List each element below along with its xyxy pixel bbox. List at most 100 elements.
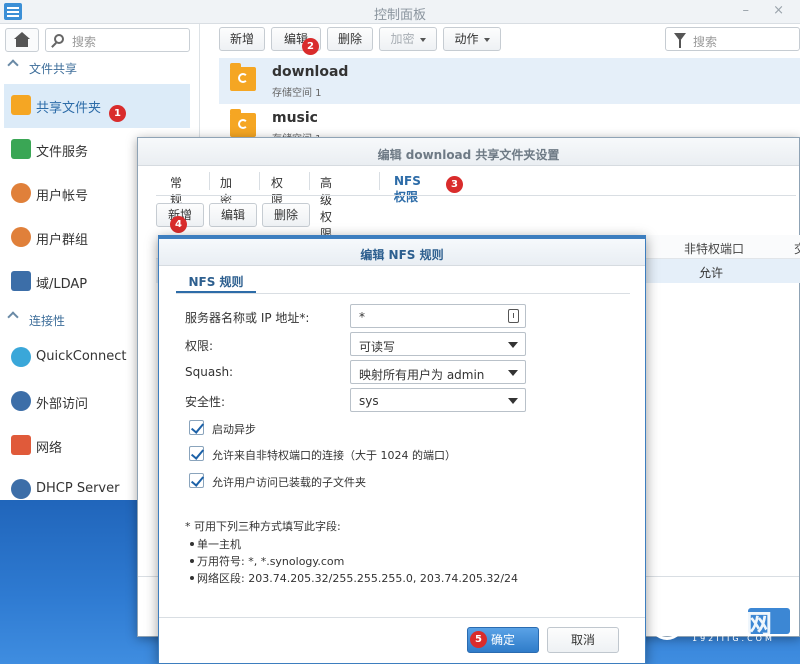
ok-label: 确定 (490, 633, 515, 647)
host-format-item: 单一主机 (190, 538, 241, 551)
privilege-field-row: 权限: 可读写 (185, 332, 625, 356)
checkbox-checked-icon (189, 473, 204, 488)
checkbox-label: 允许来自非特权端口的连接（大于 1024 的端口） (212, 449, 456, 462)
user-icon (11, 183, 31, 203)
domain-icon (11, 271, 31, 291)
chevron-up-icon (7, 311, 19, 323)
filter-icon (674, 33, 686, 48)
subfolder-access-checkbox[interactable]: 允许用户访问已装载的子文件夹 (189, 472, 629, 492)
step-badge-5: 5 (470, 631, 487, 648)
cancel-button[interactable]: 取消 (547, 627, 619, 653)
tab-divider (156, 195, 796, 196)
password-key-icon (508, 309, 519, 323)
async-checkbox[interactable]: 启动异步 (189, 419, 629, 439)
action-label: 动作 (454, 32, 479, 46)
action-dropdown[interactable]: 动作 (443, 27, 501, 51)
dhcp-icon (11, 479, 31, 499)
chevron-down-icon (419, 37, 426, 42)
sidebar-item-label: 文件服务 (36, 145, 89, 160)
nfs-edit-button[interactable]: 编辑 (209, 203, 257, 227)
squash-select[interactable]: 映射所有用户为 admin (350, 360, 526, 384)
host-format-item: 网络区段: 203.74.205.32/255.255.255.0, 203.7… (189, 572, 519, 585)
create-button[interactable]: 新增 (219, 27, 265, 51)
share-name: music (272, 110, 318, 126)
filter-search-input[interactable]: 搜索 (665, 27, 800, 51)
step-badge-2: 2 (302, 38, 319, 55)
checkbox-checked-icon (189, 420, 204, 435)
host-value: * (359, 310, 365, 324)
chevron-down-icon (508, 398, 518, 404)
shared-folder-icon (11, 95, 31, 115)
sidebar-item-label: 外部访问 (36, 397, 89, 412)
group-icon (11, 227, 31, 247)
host-input[interactable]: * (350, 304, 526, 328)
network-icon (11, 435, 31, 455)
sidebar-search-placeholder: 搜索 (72, 35, 97, 49)
column-more[interactable]: 交 (794, 240, 800, 257)
squash-value: 映射所有用户为 admin (359, 368, 485, 382)
home-button[interactable] (5, 28, 39, 52)
filter-placeholder: 搜索 (693, 35, 718, 49)
cell-unprivileged-port: 允许 (699, 266, 724, 280)
edit-share-titlebar: 编辑 download 共享文件夹设置 (138, 138, 799, 166)
tab-separator (309, 172, 310, 190)
checkbox-checked-icon (189, 446, 204, 461)
section-label: 文件共享 (29, 62, 78, 76)
encrypt-dropdown[interactable]: 加密 (379, 27, 437, 51)
tab-divider (176, 293, 630, 294)
host-format-item: 万用符号: *, *.synology.com (189, 555, 345, 568)
sidebar-item-label: 共享文件夹 (36, 101, 102, 116)
host-label: 服务器名称或 IP 地址*: (185, 311, 310, 325)
magnifier-icon (650, 606, 684, 640)
security-field-row: 安全性: sys (185, 388, 625, 412)
squash-label: Squash: (185, 365, 234, 379)
sidebar-item-label: 用户群组 (36, 233, 89, 248)
privilege-label: 权限: (185, 339, 214, 353)
watermark-logo: 设置网 192IIIG.COM (650, 604, 800, 646)
tab-advanced-permissions[interactable]: 高级权限 (320, 174, 332, 242)
quickconnect-icon (11, 347, 31, 367)
squash-field-row: Squash: 映射所有用户为 admin (185, 360, 625, 384)
search-icon (54, 34, 64, 44)
sidebar-item-shared-folder[interactable]: 共享文件夹 (4, 84, 190, 128)
security-select[interactable]: sys (350, 388, 526, 412)
step-badge-4: 4 (170, 216, 187, 233)
section-label: 连接性 (29, 314, 66, 328)
privilege-value: 可读写 (359, 340, 396, 354)
chevron-up-icon (7, 59, 19, 71)
nfs-dialog-title: 编辑 NFS 规则 (360, 248, 444, 262)
tab-nfs-rule[interactable]: NFS 规则 (176, 267, 256, 293)
security-label: 安全性: (185, 395, 226, 409)
chevron-down-icon (508, 342, 518, 348)
sidebar-search-input[interactable]: 搜索 (45, 28, 190, 52)
share-row-download[interactable]: download 存储空间 1 (219, 58, 800, 104)
sidebar-item-label: 网络 (36, 441, 63, 456)
encrypt-label: 加密 (390, 32, 415, 46)
checkbox-label: 允许用户访问已装载的子文件夹 (212, 476, 366, 489)
delete-button[interactable]: 删除 (327, 27, 373, 51)
chevron-down-icon (508, 370, 518, 376)
checkbox-label: 启动异步 (212, 423, 256, 436)
share-volume: 存储空间 1 (272, 88, 322, 99)
privilege-select[interactable]: 可读写 (350, 332, 526, 356)
tab-separator (259, 172, 260, 190)
tab-nfs-permissions[interactable]: NFS 权限 (394, 174, 421, 205)
external-access-icon (11, 391, 31, 411)
share-name: download (272, 64, 349, 80)
host-format-note: * 可用下列三种方式填写此字段: (185, 520, 341, 533)
sidebar-section-file-sharing[interactable]: 文件共享 (0, 56, 200, 80)
file-services-icon (11, 139, 31, 159)
step-badge-1: 1 (109, 105, 126, 122)
security-value: sys (359, 394, 379, 408)
nfs-dialog-titlebar: 编辑 NFS 规则 (159, 236, 645, 266)
edit-share-title: 编辑 download 共享文件夹设置 (377, 148, 560, 162)
sidebar-item-label: 域/LDAP (36, 277, 88, 292)
tab-separator (209, 172, 210, 190)
window-controls[interactable]: – × (742, 3, 794, 18)
nfs-delete-button[interactable]: 删除 (262, 203, 310, 227)
unprivileged-port-checkbox[interactable]: 允许来自非特权端口的连接（大于 1024 的端口） (189, 445, 629, 465)
step-badge-3: 3 (446, 176, 463, 193)
shared-folder-icon (230, 109, 256, 137)
shared-folder-icon (230, 63, 256, 91)
column-unprivileged-port[interactable]: 非特权端口 (684, 240, 744, 257)
